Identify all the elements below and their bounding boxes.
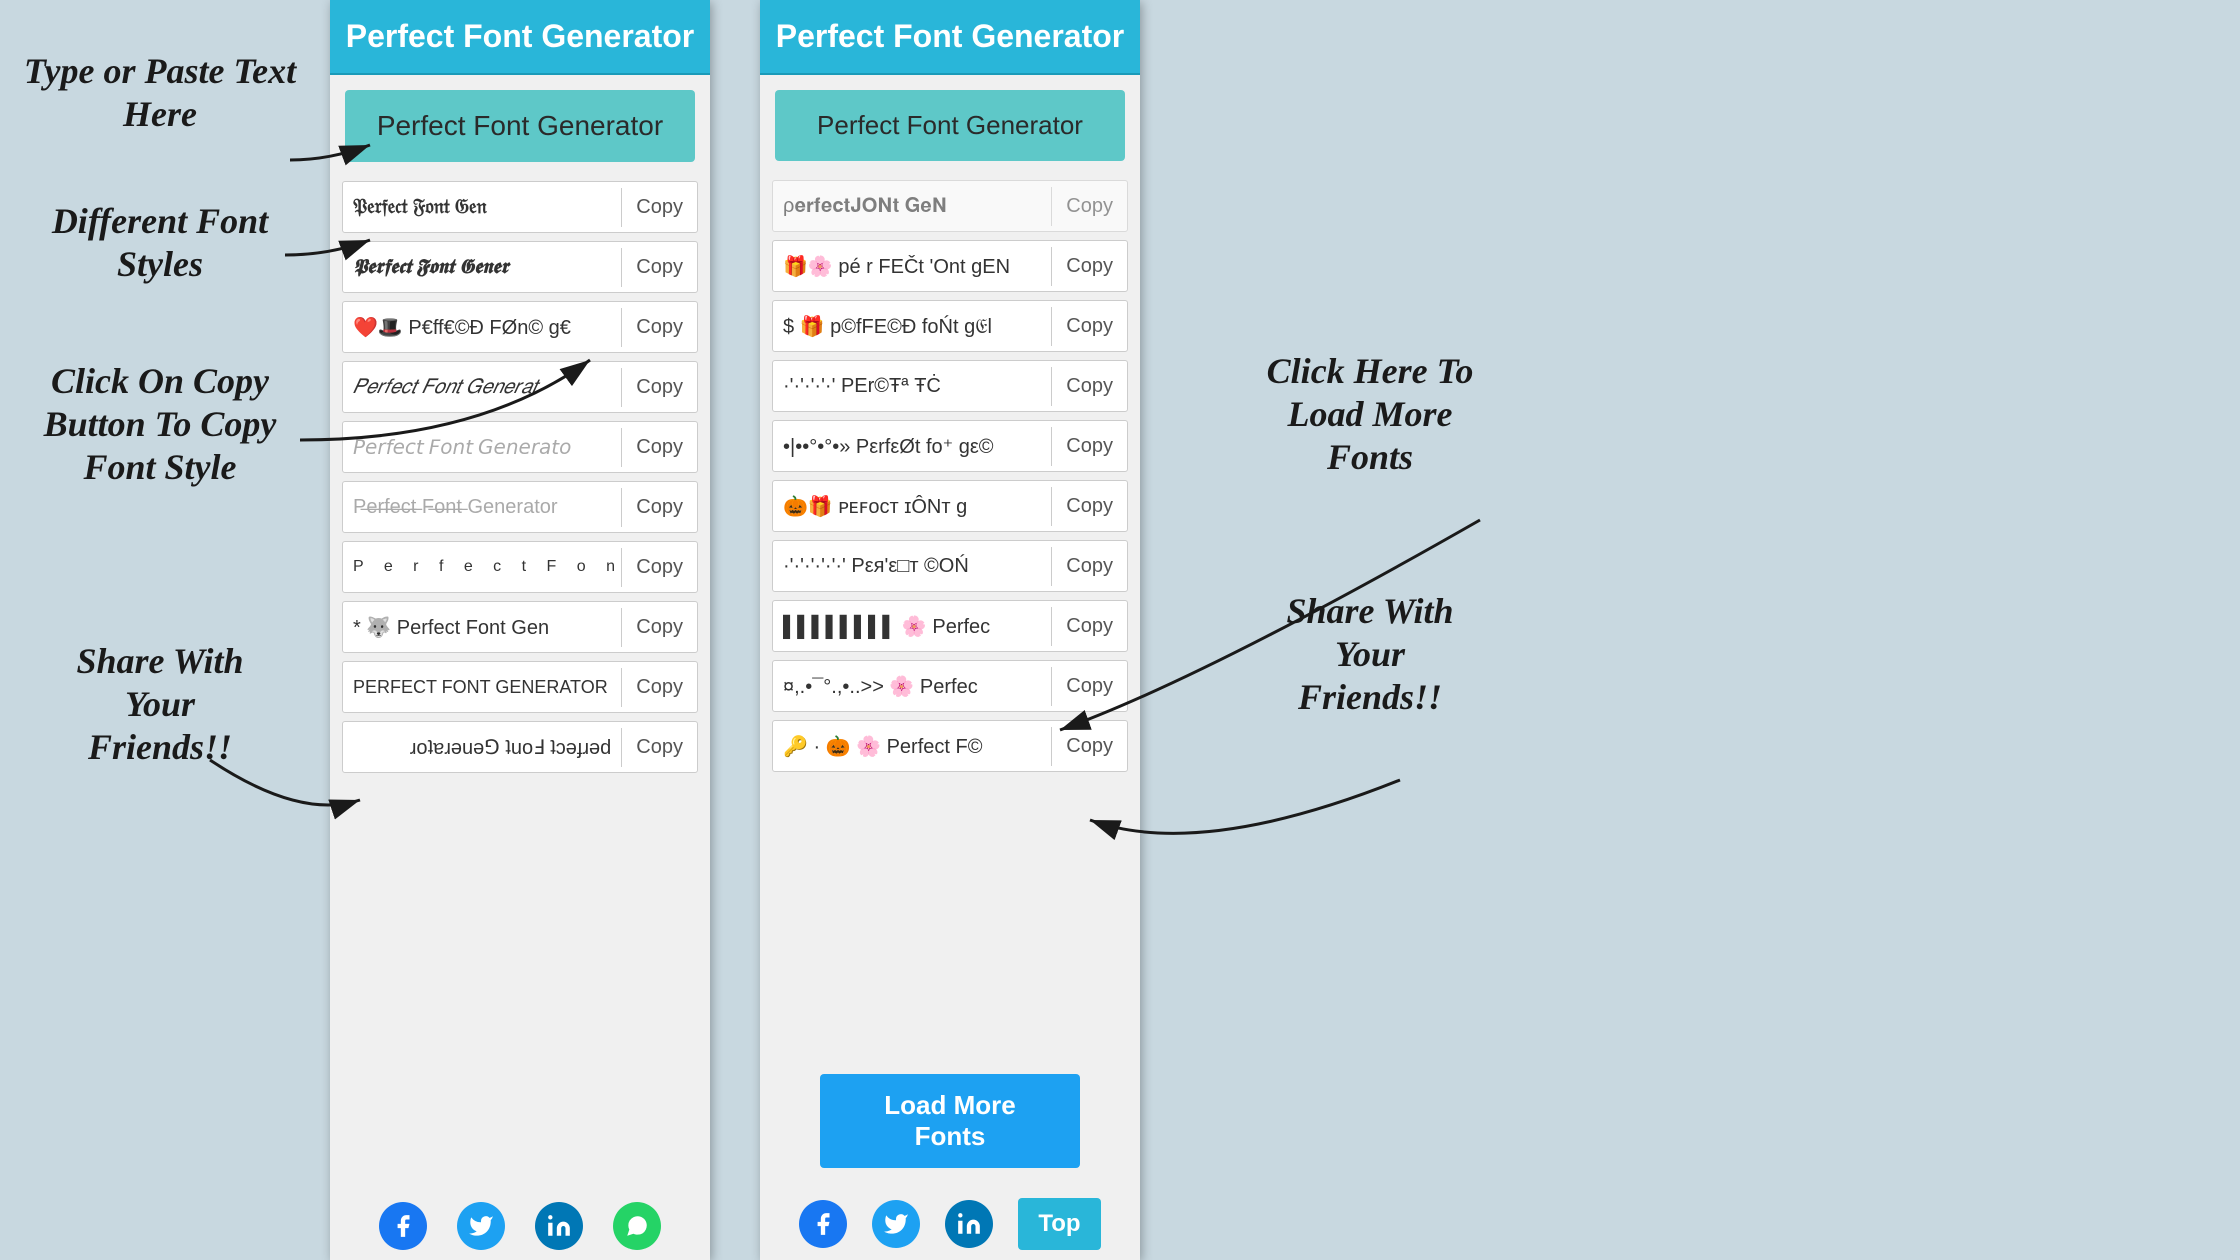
font-text-5: 𝘗𝘦𝘳𝘧𝘦𝘤𝘵 𝘍𝘰𝘯𝘵 𝘎𝘦𝘯𝘦𝘳𝘢𝘵𝘰	[343, 429, 621, 466]
font-text-4: 𝑃𝑒𝑟𝑓𝑒𝑐𝑡 𝐹𝑜𝑛𝑡 𝐺𝑒𝑛𝑒𝑟𝑎𝑡	[343, 370, 621, 405]
copy-btn-5[interactable]: Copy	[621, 428, 697, 467]
right-input-area[interactable]: Perfect Font Generator	[775, 90, 1125, 161]
right-font-text-1: 🎁🌸 pé r FEČt 'Ont gEN	[773, 248, 1051, 285]
right-font-text-7: ▌▌▌▌▌▌▌▌ 🌸 Perfec	[773, 608, 1051, 645]
font-row-2: 𝕻𝖊𝖗𝖋𝖊𝖈𝖙 𝕱𝖔𝖓𝖙 𝕲𝖊𝖓𝖊𝖗 Copy	[342, 241, 698, 293]
font-row-3: ❤️🎩 P€ff€©Ð FØn© g€ Copy	[342, 301, 698, 353]
annotation-diff-fonts: Different FontStyles	[20, 200, 300, 286]
font-row-10: ɹoʇɐɹǝuǝ⅁ ʇuoℲ ʇɔǝɟɹǝd Copy	[342, 721, 698, 773]
font-row-8: * 🐺 Perfect Font Gen Copy	[342, 601, 698, 653]
right-font-text-2: $ 🎁 p©fFE©Ð foŃt ɡ𝔈l	[773, 308, 1051, 345]
right-copy-btn-6[interactable]: Copy	[1051, 547, 1127, 586]
font-text-6: P̶e̶r̶f̶e̶c̶t̶ F̶o̶n̶t̶ Generator	[343, 490, 621, 525]
annotation-type-paste: Type or Paste Text Here	[20, 50, 300, 136]
linkedin-icon-left[interactable]	[535, 1202, 583, 1250]
right-copy-btn-4[interactable]: Copy	[1051, 427, 1127, 466]
right-font-row-9: 🔑 · 🎃 🌸 Perfect F© Copy	[772, 720, 1128, 772]
right-copy-btn-7[interactable]: Copy	[1051, 607, 1127, 646]
font-row-7: P e r f e c t F o n t Copy	[342, 541, 698, 593]
font-text-2: 𝕻𝖊𝖗𝖋𝖊𝖈𝖙 𝕱𝖔𝖓𝖙 𝕲𝖊𝖓𝖊𝖗	[343, 250, 621, 285]
copy-btn-7[interactable]: Copy	[621, 548, 697, 587]
copy-btn-10[interactable]: Copy	[621, 728, 697, 767]
right-copy-btn-8[interactable]: Copy	[1051, 667, 1127, 706]
left-panel-header: Perfect Font Generator	[330, 0, 710, 75]
top-button[interactable]: Top	[1018, 1198, 1100, 1250]
right-font-text-5: 🎃🎁 ᴘᴇꜰᴏᴄᴛ ɪÔNт g	[773, 488, 1051, 525]
copy-btn-6[interactable]: Copy	[621, 488, 697, 527]
right-copy-btn-2[interactable]: Copy	[1051, 307, 1127, 346]
annotation-share-right: Share WithYourFriends!!	[1230, 590, 1510, 720]
left-share-bar	[330, 1187, 710, 1260]
right-copy-btn-5[interactable]: Copy	[1051, 487, 1127, 526]
right-font-text-6: ·'·'·'·'·'·' Pεя'ε□т ©ОŃ	[773, 549, 1051, 584]
right-copy-btn-1[interactable]: Copy	[1051, 247, 1127, 286]
copy-btn-9[interactable]: Copy	[621, 668, 697, 707]
copy-btn-8[interactable]: Copy	[621, 608, 697, 647]
facebook-icon-right[interactable]	[799, 1200, 847, 1248]
right-panel: Perfect Font Generator Perfect Font Gene…	[760, 0, 1140, 1260]
right-panel-header: Perfect Font Generator	[760, 0, 1140, 75]
font-text-10: ɹoʇɐɹǝuǝ⅁ ʇuoℲ ʇɔǝɟɹǝd	[343, 729, 621, 766]
copy-btn-2[interactable]: Copy	[621, 248, 697, 287]
right-font-row-3: ·'·'·'·'·' ΡΕr©Ŧª ŦĊ Copy	[772, 360, 1128, 412]
font-row-1: 𝔓𝔢𝔯𝔣𝔢𝔠𝔱 𝔉𝔬𝔫𝔱 𝔊𝔢𝔫 Copy	[342, 181, 698, 233]
right-font-row-6: ·'·'·'·'·'·' Pεя'ε□т ©ОŃ Copy	[772, 540, 1128, 592]
right-font-row-8: ¤,.•¯°.,•..>> 🌸 Perfec Copy	[772, 660, 1128, 712]
font-text-3: ❤️🎩 P€ff€©Ð FØn© g€	[343, 309, 621, 346]
font-row-5: 𝘗𝘦𝘳𝘧𝘦𝘤𝘵 𝘍𝘰𝘯𝘵 𝘎𝘦𝘯𝘦𝘳𝘢𝘵𝘰 Copy	[342, 421, 698, 473]
right-font-row-2: $ 🎁 p©fFE©Ð foŃt ɡ𝔈l Copy	[772, 300, 1128, 352]
linkedin-icon-right[interactable]	[945, 1200, 993, 1248]
facebook-icon-left[interactable]	[379, 1202, 427, 1250]
annotation-click-copy: Click On CopyButton To CopyFont Style	[10, 360, 310, 490]
right-copy-btn-9[interactable]: Copy	[1051, 727, 1127, 766]
twitter-icon-left[interactable]	[457, 1202, 505, 1250]
font-row-4: 𝑃𝑒𝑟𝑓𝑒𝑐𝑡 𝐹𝑜𝑛𝑡 𝐺𝑒𝑛𝑒𝑟𝑎𝑡 Copy	[342, 361, 698, 413]
load-more-button[interactable]: Load More Fonts	[820, 1074, 1080, 1168]
annotation-share-left: Share WithYourFriends!!	[30, 640, 290, 770]
right-font-text-3: ·'·'·'·'·' ΡΕr©Ŧª ŦĊ	[773, 369, 1051, 404]
right-font-text-9: 🔑 · 🎃 🌸 Perfect F©	[773, 728, 1051, 765]
copy-btn-4[interactable]: Copy	[621, 368, 697, 407]
left-panel: Perfect Font Generator Perfect Font Gene…	[330, 0, 710, 1260]
font-row-9: PERFECT FONT GENERATOR Copy	[342, 661, 698, 713]
right-bottom-bar: Top	[760, 1188, 1140, 1260]
left-input-area[interactable]: Perfect Font Generator	[345, 90, 695, 162]
whatsapp-icon-left[interactable]	[613, 1202, 661, 1250]
font-row-6: P̶e̶r̶f̶e̶c̶t̶ F̶o̶n̶t̶ Generator Copy	[342, 481, 698, 533]
right-font-row-4: •|••°•°•» PεrfεØt fo⁺ gε© Copy	[772, 420, 1128, 472]
right-copy-btn-0[interactable]: Copy	[1051, 187, 1127, 226]
copy-btn-1[interactable]: Copy	[621, 188, 697, 227]
right-font-text-4: •|••°•°•» PεrfεØt fo⁺ gε©	[773, 428, 1051, 465]
twitter-icon-right[interactable]	[872, 1200, 920, 1248]
right-font-text-8: ¤,.•¯°.,•..>> 🌸 Perfec	[773, 668, 1051, 705]
right-font-row-1: 🎁🌸 pé r FEČt 'Ont gEN Copy	[772, 240, 1128, 292]
annotation-load-more: Click Here ToLoad MoreFonts	[1210, 350, 1530, 480]
right-copy-btn-3[interactable]: Copy	[1051, 367, 1127, 406]
font-text-1: 𝔓𝔢𝔯𝔣𝔢𝔠𝔱 𝔉𝔬𝔫𝔱 𝔊𝔢𝔫	[343, 190, 621, 225]
font-text-8: * 🐺 Perfect Font Gen	[343, 609, 621, 646]
font-text-7: P e r f e c t F o n t	[343, 552, 621, 582]
right-font-row-5: 🎃🎁 ᴘᴇꜰᴏᴄᴛ ɪÔNт g Copy	[772, 480, 1128, 532]
font-text-9: PERFECT FONT GENERATOR	[343, 671, 621, 704]
copy-btn-3[interactable]: Copy	[621, 308, 697, 347]
right-font-row-0: ρ𝐞𝐫𝐟𝐞𝐜𝐭𝐉𝐎𝐍𝐭 𝐆𝐞𝐍 Copy	[772, 180, 1128, 232]
right-font-row-7: ▌▌▌▌▌▌▌▌ 🌸 Perfec Copy	[772, 600, 1128, 652]
right-font-text-0: ρ𝐞𝐫𝐟𝐞𝐜𝐭𝐉𝐎𝐍𝐭 𝐆𝐞𝐍	[773, 189, 1051, 224]
